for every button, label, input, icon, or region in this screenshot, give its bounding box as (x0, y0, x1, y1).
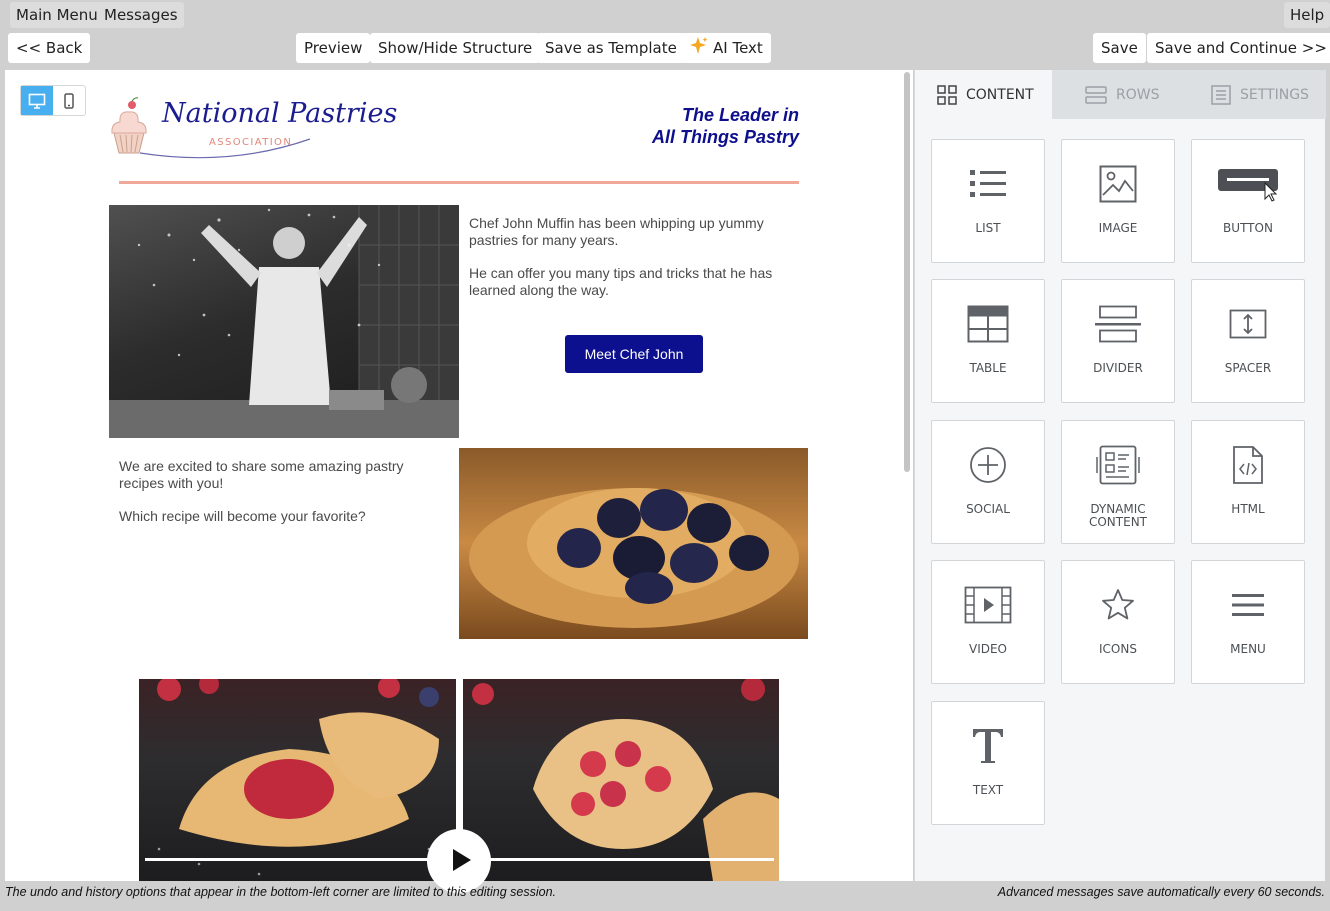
blueberry-pastry-image (469, 488, 799, 628)
menu-icon (1232, 594, 1264, 616)
status-left: The undo and history options that appear… (5, 885, 557, 899)
tab-rows-label: ROWS (1116, 86, 1160, 103)
save-and-continue-button[interactable]: Save and Continue >> (1147, 33, 1330, 63)
spacer-icon (1229, 309, 1267, 339)
chef-intro-paragraph-2: He can offer you many tips and tricks th… (469, 265, 773, 298)
status-right: Advanced messages save automatically eve… (997, 885, 1325, 899)
tile-button[interactable]: BUTTON (1191, 139, 1305, 263)
tile-list-label: LIST (975, 221, 1001, 235)
tile-table[interactable]: TABLE (931, 279, 1045, 403)
recipes-intro-text[interactable]: We are excited to share some amazing pas… (119, 458, 439, 541)
raspberry-pastry-image-right (472, 679, 779, 881)
tile-text[interactable]: TEXT (931, 701, 1045, 825)
tile-divider-label: DIVIDER (1093, 361, 1143, 375)
messages-button[interactable]: Messages (98, 2, 184, 28)
tile-spacer[interactable]: SPACER (1191, 279, 1305, 403)
tile-menu-label: MENU (1230, 642, 1266, 656)
video-thumbnail-right[interactable] (463, 679, 779, 881)
rows-icon (1085, 85, 1107, 104)
tile-spacer-label: SPACER (1224, 361, 1272, 375)
meet-chef-john-button[interactable]: Meet Chef John (565, 335, 703, 373)
help-button[interactable]: Help (1284, 2, 1330, 28)
back-button[interactable]: << Back (8, 33, 91, 63)
desktop-icon (28, 93, 46, 109)
social-plus-icon (970, 447, 1006, 483)
tile-button-label: BUTTON (1223, 221, 1273, 235)
mobile-icon (64, 92, 74, 109)
blueberry-pastry-photo[interactable] (459, 448, 808, 639)
star-icon (1102, 589, 1134, 620)
tile-image[interactable]: IMAGE (1061, 139, 1175, 263)
chef-image (109, 205, 459, 438)
logo-text: National Pastries (162, 98, 398, 129)
play-button[interactable] (427, 829, 491, 893)
settings-doc-icon (1211, 84, 1231, 105)
tile-table-label: TABLE (969, 361, 1007, 375)
button-icon (1218, 169, 1278, 202)
sparkle-icon (690, 37, 708, 54)
text-icon (973, 729, 1003, 763)
dynamic-content-icon (1096, 445, 1140, 485)
raspberry-pastry-image-left (157, 679, 439, 876)
ai-text-label: AI Text (713, 39, 763, 57)
show-hide-structure-button[interactable]: Show/Hide Structure (370, 33, 541, 63)
image-icon (1099, 165, 1137, 203)
tile-social[interactable]: SOCIAL (931, 420, 1045, 544)
tile-video-label: VIDEO (968, 642, 1007, 656)
video-thumbnail-left[interactable] (139, 679, 456, 881)
device-toggle[interactable] (20, 85, 86, 116)
video-icon (964, 586, 1012, 624)
chef-intro-paragraph-1: Chef John Muffin has been whipping up yu… (469, 215, 764, 248)
logo-subtext: ASSOCIATION (209, 137, 293, 148)
header-divider (119, 181, 799, 184)
tab-settings-label: SETTINGS (1240, 86, 1309, 103)
desktop-view-button[interactable] (21, 86, 53, 115)
html-file-icon (1233, 446, 1263, 484)
tile-image-label: IMAGE (1098, 221, 1138, 235)
headline[interactable]: The Leader in All Things Pastry (652, 104, 799, 148)
tile-video[interactable]: VIDEO (931, 560, 1045, 684)
chef-intro-text[interactable]: Chef John Muffin has been whipping up yu… (469, 215, 789, 315)
headline-line-1: The Leader in (681, 105, 799, 125)
tile-list[interactable]: LIST (931, 139, 1045, 263)
tile-icons[interactable]: ICONS (1061, 560, 1175, 684)
tile-icons-label: ICONS (1099, 642, 1137, 656)
tile-text-label: TEXT (972, 783, 1004, 797)
list-icon (970, 170, 1006, 197)
recipes-paragraph-2: Which recipe will become your favorite? (119, 508, 366, 524)
play-icon (453, 849, 471, 871)
canvas-scrollbar[interactable] (904, 72, 910, 472)
tile-divider[interactable]: DIVIDER (1061, 279, 1175, 403)
tab-settings[interactable]: SETTINGS (1189, 70, 1326, 119)
chef-photo[interactable] (109, 205, 459, 438)
save-button[interactable]: Save (1093, 33, 1146, 63)
content-panel: CONTENT ROWS SETTINGS LIST IMAGE BUTTON … (914, 70, 1326, 881)
tab-content-label: CONTENT (966, 86, 1034, 103)
tile-social-label: SOCIAL (966, 502, 1010, 516)
recipes-paragraph-1: We are excited to share some amazing pas… (119, 458, 404, 491)
tile-html-label: HTML (1231, 502, 1265, 516)
save-as-template-button[interactable]: Save as Template (537, 33, 685, 63)
grid-icon (937, 84, 957, 105)
tab-rows[interactable]: ROWS (1052, 70, 1189, 119)
tile-html[interactable]: HTML (1191, 420, 1305, 544)
tile-menu[interactable]: MENU (1191, 560, 1305, 684)
main-menu-button[interactable]: Main Menu (10, 2, 104, 28)
tile-dynamic-content-label: DYNAMIC CONTENT (1088, 502, 1148, 529)
tab-content[interactable]: CONTENT (915, 70, 1052, 119)
divider-icon (1095, 305, 1141, 343)
ai-text-button[interactable]: AI Text (681, 33, 771, 63)
preview-button[interactable]: Preview (296, 33, 371, 63)
table-icon (967, 305, 1009, 343)
mobile-view-button[interactable] (53, 86, 85, 115)
tile-dynamic-content[interactable]: DYNAMIC CONTENT (1061, 420, 1175, 544)
headline-line-2: All Things Pastry (651, 127, 799, 147)
